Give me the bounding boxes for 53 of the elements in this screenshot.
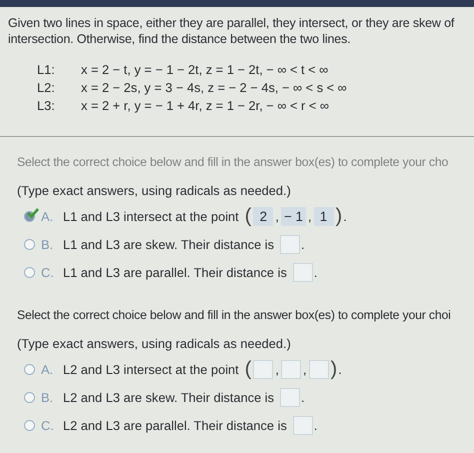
radio-button[interactable] (24, 266, 35, 278)
choice-letter: B. (41, 390, 54, 404)
answer-box[interactable]: 2 (253, 206, 274, 226)
radio-button[interactable] (24, 420, 35, 430)
instruction-text: Select the correct choice below and fill in the answer box(es) to complete your cho (17, 155, 450, 169)
choice-text: L1 and L3 intersect at the point (63, 208, 239, 224)
left-paren: ( (244, 359, 252, 379)
checkmark-icon (27, 208, 39, 218)
comma: , (308, 208, 312, 224)
period: . (343, 208, 347, 224)
radio-button[interactable] (24, 392, 35, 402)
answer-box[interactable]: 1 (314, 206, 334, 226)
choice-text: L2 and L3 are parallel. Their distance is (63, 418, 287, 432)
answer-box[interactable] (292, 416, 313, 434)
answer-box[interactable] (280, 360, 301, 378)
choice-text: L2 and L3 are skew. Their distance is (63, 390, 274, 404)
line-equation: x = 2 + r, y = − 1 + 4r, z = 1 − 2r, − ∞ < r < ∞ (81, 97, 330, 114)
choice-letter: C. (41, 264, 55, 280)
line-equation: x = 2 − t, y = − 1 − 2t, z = 1 − 2t, − ∞ < t < ∞ (81, 61, 330, 78)
answer-box[interactable] (308, 360, 329, 378)
choice-text: L1 and L3 are skew. Their distance is (63, 236, 274, 252)
answer-box[interactable]: − 1 (280, 206, 306, 226)
radio-button[interactable] (24, 238, 35, 250)
problem-text: Given two lines in space, either they are parallel, they intersect, or they are skew of intersection. Otherwise, find the distance between the two lines. (8, 15, 456, 47)
note-text: (Type exact answers, using radicals as needed.) (17, 336, 292, 351)
answer-box[interactable] (280, 234, 300, 254)
line-equation: x = 2 − 2s, y = 3 − 4s, z = − 2 − 4s, − ∞ < s < ∞ (81, 79, 348, 96)
period: . (338, 362, 342, 376)
choice-text: L1 and L3 are parallel. Their distance is (63, 264, 287, 280)
period: . (314, 418, 318, 432)
comma: , (275, 208, 279, 224)
line-label: L1: (37, 61, 56, 78)
choice-letter: A. (41, 208, 54, 224)
answer-box[interactable] (253, 360, 274, 378)
comma: , (275, 362, 279, 376)
right-paren: ) (336, 206, 342, 226)
line-label: L2: (37, 79, 56, 96)
choice-letter: A. (41, 362, 54, 376)
radio-button[interactable] (24, 364, 35, 374)
right-paren: ) (330, 359, 338, 379)
note-text: (Type exact answers, using radicals as needed.) (17, 183, 292, 198)
instruction-text: Select the correct choice below and fill in the answer box(es) to complete your choi (17, 308, 452, 322)
comma: , (302, 362, 307, 376)
period: . (301, 390, 305, 404)
left-paren: ( (244, 206, 252, 226)
period: . (301, 236, 305, 252)
period: . (314, 264, 318, 280)
choice-letter: C. (41, 418, 55, 432)
choice-letter: B. (41, 236, 54, 252)
answer-box[interactable] (292, 262, 313, 282)
line-label: L3: (37, 97, 56, 114)
choice-text: L2 and L3 intersect at the point (63, 362, 239, 376)
answer-box[interactable] (280, 388, 300, 406)
